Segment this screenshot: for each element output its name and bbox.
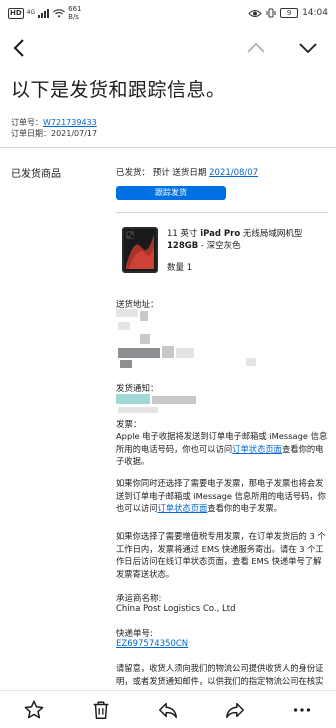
status-bar: HD 4G 661 B/s 9 14:04	[0, 0, 336, 26]
chevron-up-icon[interactable]	[244, 36, 268, 60]
battery-icon: 9	[280, 8, 299, 18]
carrier-name: China Post Logistics Co., Ltd	[116, 604, 236, 614]
shipping-status: 已发货： 预计 送货日期 2021/08/07	[116, 168, 259, 178]
trash-icon[interactable]	[90, 699, 112, 721]
order-date-row: 订单日期：2021/07/17	[11, 128, 97, 139]
invoice-paragraph-1: Apple 电子收据将发送到订单电子邮箱或 iMessage 信息所用的电话号码…	[116, 430, 328, 468]
order-number-label: 订单号：	[11, 118, 43, 127]
redacted-block	[116, 309, 138, 317]
section-label-shipped: 已发货商品	[11, 169, 61, 180]
nav-bar	[0, 34, 336, 62]
speed-value: 661	[68, 5, 82, 13]
wifi-icon	[53, 8, 66, 17]
redacted-block	[162, 346, 174, 358]
product-name: 11 英寸 iPad Pro 无线局域网机型 128GB - 深空灰色	[167, 228, 327, 252]
redacted-block	[176, 348, 194, 358]
order-status-link[interactable]: 订单状态页面	[158, 503, 208, 513]
redacted-block	[118, 322, 130, 330]
product-capacity: 128GB	[167, 241, 199, 251]
tracking-number-label: 快递单号:	[116, 629, 153, 639]
back-arrow-icon[interactable]	[8, 36, 32, 60]
eta-date-link[interactable]: 2021/08/07	[209, 168, 258, 178]
eta-label: 预计 送货日期	[152, 168, 207, 178]
speed-unit: B/s	[68, 13, 79, 21]
network-speed: 661 B/s	[68, 5, 81, 21]
carrier-notice: 请留意，收货人须向我们的物流公司提供收货人的身份证明，或者发货通知邮件，以供我们…	[116, 663, 324, 686]
chevron-down-icon[interactable]	[296, 36, 320, 60]
order-date-label: 订单日期：	[11, 129, 51, 138]
page-title: 以下是发货和跟踪信息。	[11, 79, 226, 101]
product-name-prefix: 11 英寸	[167, 229, 201, 239]
divider	[116, 212, 328, 213]
redacted-block	[116, 394, 150, 404]
forward-icon[interactable]	[224, 699, 246, 721]
star-icon[interactable]	[23, 699, 45, 721]
order-number-row: 订单号：W721739433	[11, 117, 97, 128]
status-left: HD 4G 661 B/s	[8, 5, 82, 21]
ship-status-label: 已发货	[116, 168, 142, 178]
signal-label: 4G	[26, 9, 36, 16]
redacted-block	[140, 334, 150, 344]
reply-icon[interactable]	[157, 699, 179, 721]
redacted-block	[120, 360, 132, 368]
redacted-block	[140, 311, 148, 321]
divider	[0, 147, 336, 148]
invoice-label: 发票：	[116, 420, 142, 430]
tracking-number-link[interactable]: EZ697574350CN	[116, 639, 188, 649]
order-status-link[interactable]: 订单状态页面	[232, 444, 282, 454]
redacted-block	[118, 348, 160, 358]
product-name-mid: 无线局域网机型	[240, 229, 303, 239]
bottom-toolbar	[0, 690, 336, 728]
signal-icon	[38, 8, 50, 18]
status-right: 9 14:04	[248, 8, 328, 18]
invoice-text: 查看你的电子发票。	[207, 503, 282, 513]
redacted-block	[118, 407, 158, 413]
carrier-label: 承运商名称:	[116, 594, 162, 604]
shipping-notification-label: 发货通知：	[116, 384, 159, 394]
hd-badge: HD	[8, 7, 24, 19]
redacted-block	[152, 396, 196, 404]
more-icon[interactable]	[291, 699, 313, 721]
clock: 14:04	[302, 8, 328, 18]
order-number-link[interactable]: W721739433	[43, 118, 97, 127]
product-name-suffix: - 深空灰色	[198, 241, 241, 251]
invoice-paragraph-3: 如果你选择了需要增值税专用发票，在订单发货后的 3 个工作日内，发票将通过 EM…	[116, 531, 326, 579]
invoice-paragraph-2: 如果你同时还选择了需要电子发票，那电子发票也将会发送到订单电子邮箱或 iMess…	[116, 477, 328, 515]
redacted-block	[246, 358, 256, 366]
product-quantity: 数量 1	[167, 263, 193, 273]
track-shipment-button[interactable]: 跟踪发货	[116, 186, 226, 200]
order-date-value: 2021/07/17	[51, 129, 98, 138]
battery-level: 9	[286, 9, 292, 17]
vibrate-icon	[266, 8, 276, 18]
ipad-pro-image	[122, 227, 158, 273]
product-name-bold: iPad Pro	[200, 229, 241, 239]
eye-icon	[248, 9, 262, 17]
